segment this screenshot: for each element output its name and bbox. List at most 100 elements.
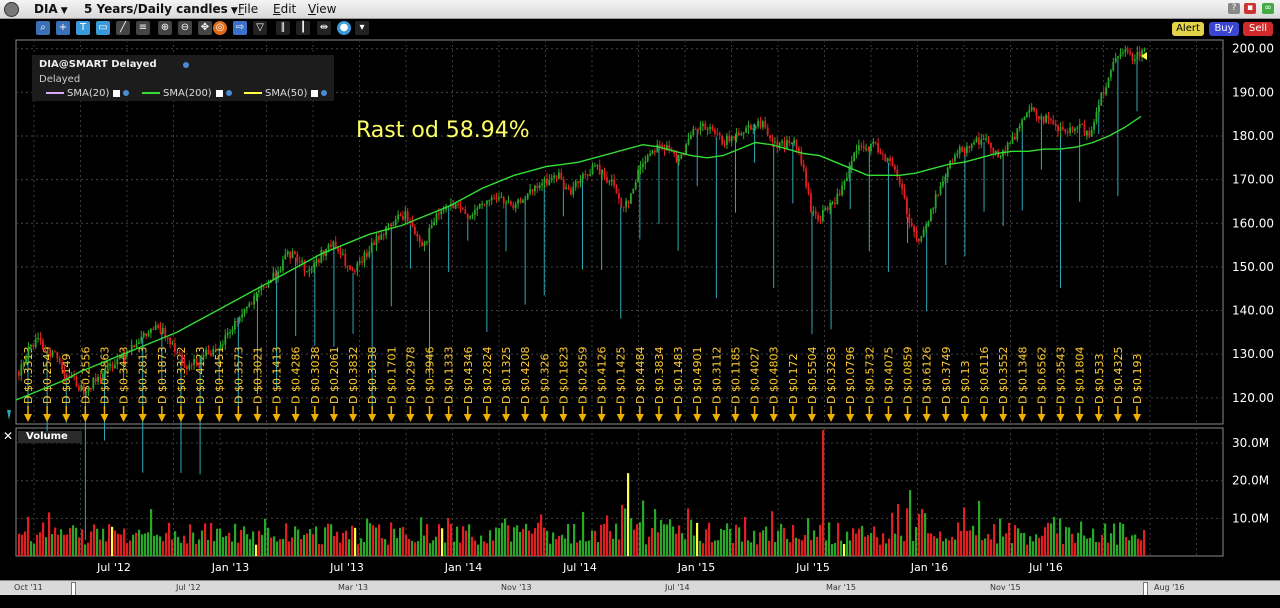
- candle-body: [438, 213, 440, 215]
- volume-bar: [333, 536, 336, 556]
- candle-body: [594, 165, 596, 167]
- volume-bar: [261, 534, 264, 556]
- volume-bar: [327, 523, 330, 556]
- legend-item-sma20[interactable]: SMA(20): [46, 88, 130, 99]
- candle-body: [906, 198, 908, 214]
- volume-bar: [273, 536, 276, 556]
- volume-bar: [210, 522, 213, 556]
- volume-bar: [105, 541, 108, 556]
- candle-body: [848, 168, 851, 178]
- volume-bar: [1089, 537, 1092, 556]
- volume-bar: [1035, 534, 1038, 556]
- volume-bar: [162, 541, 165, 556]
- volume-bar: [303, 534, 306, 556]
- candle-body: [258, 290, 260, 292]
- volume-bar: [249, 539, 252, 556]
- volume-bar: [885, 543, 888, 556]
- volume-bar: [1017, 528, 1020, 556]
- volume-bar: [753, 530, 756, 556]
- candle-body: [954, 155, 956, 162]
- volume-bar: [762, 530, 765, 556]
- volume-bar: [717, 540, 720, 556]
- volume-bar: [474, 540, 477, 556]
- volume-bar: [414, 542, 417, 556]
- volume-bar: [540, 514, 543, 556]
- volume-bar: [534, 528, 537, 556]
- candle-body: [32, 345, 35, 348]
- candle-body: [807, 186, 810, 193]
- bottom-bar: [0, 595, 1280, 608]
- wrench-icon: [321, 90, 328, 96]
- candle-body: [1064, 129, 1067, 133]
- volume-bar: [288, 541, 291, 556]
- y-tick-label: 130.00: [1232, 347, 1274, 361]
- range-start-handle[interactable]: [71, 582, 76, 596]
- candle-body: [1129, 51, 1131, 54]
- candle-body: [435, 213, 438, 222]
- volume-bar: [432, 540, 435, 556]
- candle-body: [560, 172, 563, 180]
- candle-body: [440, 210, 443, 215]
- volume-bar: [1104, 523, 1107, 556]
- candle-body: [1009, 142, 1011, 144]
- candle-body: [908, 213, 911, 223]
- candle-body: [872, 141, 875, 144]
- volume-bar: [711, 542, 714, 556]
- volume-bar: [1092, 528, 1095, 556]
- volume-bar: [804, 534, 807, 556]
- volume-bar: [825, 540, 828, 556]
- candle-body: [433, 221, 435, 226]
- nav-label: Mar '13: [338, 583, 369, 592]
- wrench-icon[interactable]: [183, 62, 189, 68]
- candle-body: [1050, 119, 1052, 121]
- candle-body: [505, 202, 507, 204]
- legend-item-sma50[interactable]: SMA(50): [244, 88, 328, 99]
- legend-item-sma200[interactable]: SMA(200): [142, 88, 232, 99]
- volume-bar: [642, 500, 645, 556]
- candle-body: [654, 150, 656, 153]
- volume-bar: [1002, 536, 1005, 556]
- candle-body: [913, 225, 915, 233]
- candle-body: [1023, 116, 1026, 121]
- time-navigator[interactable]: Oct '11 Jul '12 Mar '13 Nov '13 Jul '14 …: [0, 580, 1280, 596]
- candle-body: [243, 308, 246, 315]
- candle-body: [589, 174, 591, 176]
- candle-body: [690, 134, 692, 139]
- volume-bar: [597, 542, 600, 556]
- volume-bar: [1122, 524, 1125, 556]
- volume-bar: [207, 539, 210, 556]
- volume-bar: [936, 538, 939, 556]
- volume-bar: [621, 504, 624, 556]
- volume-bar: [609, 530, 612, 556]
- candle-body: [550, 177, 553, 180]
- candle-body: [577, 181, 579, 184]
- candle-body: [747, 125, 750, 129]
- volume-bar: [627, 473, 630, 556]
- candle-body: [1011, 136, 1014, 143]
- candle-body: [702, 123, 704, 127]
- close-icon[interactable]: ✕: [3, 429, 13, 443]
- volume-bar: [984, 538, 987, 556]
- candle-body: [920, 236, 923, 242]
- candle-body: [958, 147, 961, 154]
- candle-body: [22, 363, 25, 365]
- volume-bar: [459, 542, 462, 556]
- volume-bar: [276, 541, 279, 556]
- range-end-handle[interactable]: [1143, 582, 1148, 596]
- candle-body: [738, 132, 740, 136]
- volume-bar: [465, 530, 468, 556]
- candle-body: [1052, 120, 1055, 124]
- volume-bar: [780, 523, 783, 556]
- candle-body: [639, 167, 642, 170]
- volume-bar: [492, 540, 495, 556]
- volume-bar: [384, 539, 387, 556]
- volume-bar: [675, 533, 678, 556]
- volume-bar: [69, 527, 72, 556]
- volume-bar: [1008, 522, 1011, 556]
- candle-body: [754, 126, 757, 129]
- volume-bar: [237, 542, 240, 556]
- candle-body: [884, 155, 887, 162]
- volume-bar: [129, 540, 132, 556]
- annotation-text: Rast od 58.94%: [356, 118, 530, 143]
- candle-body: [1076, 127, 1079, 129]
